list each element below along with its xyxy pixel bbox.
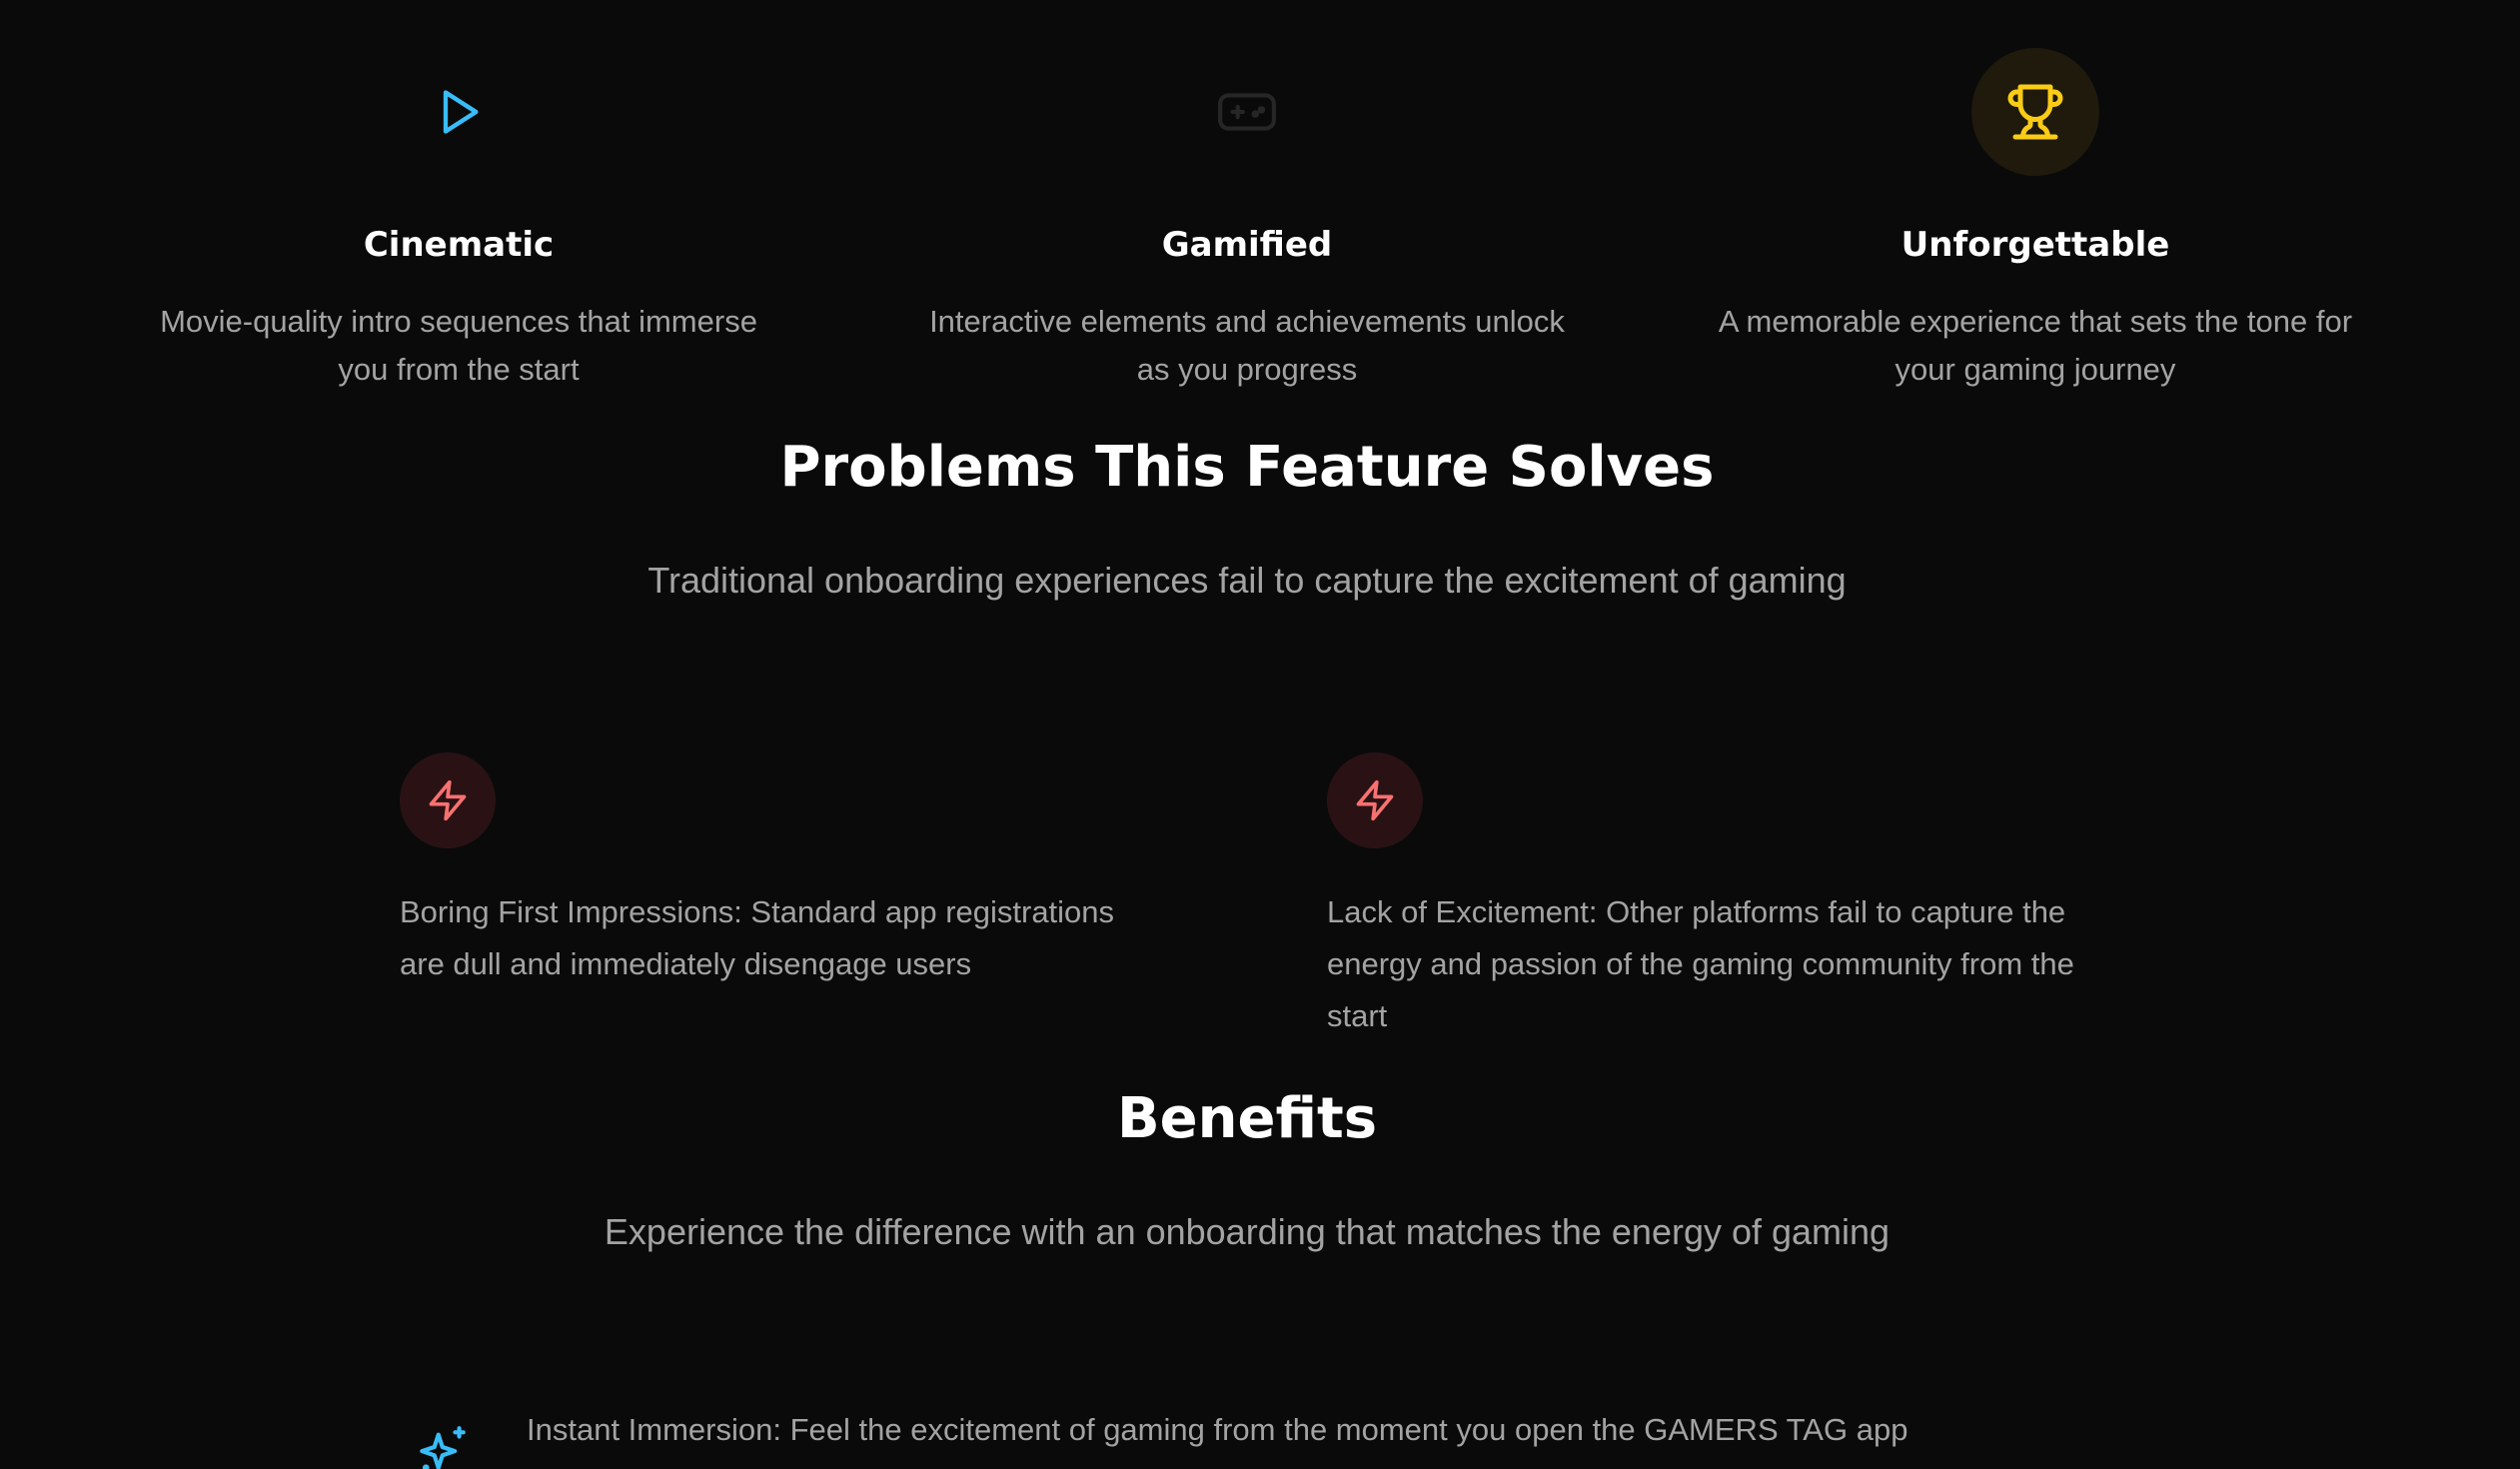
feature-description: Interactive elements and achievements un… bbox=[929, 304, 1565, 387]
problem-text: Boring First Impressions: Standard app r… bbox=[400, 894, 1115, 981]
benefit-text: Instant Immersion: Feel the excitement o… bbox=[527, 1412, 1908, 1447]
feature-title: Unforgettable bbox=[1900, 225, 2170, 265]
lightning-icon-container bbox=[400, 752, 496, 848]
feature-gamified: Gamified Interactive elements and achiev… bbox=[897, 48, 1597, 394]
trophy-icon-container bbox=[1971, 48, 2099, 176]
feature-title: Cinematic bbox=[363, 225, 555, 265]
benefits-subheading: Experience the difference with an onboar… bbox=[604, 1211, 1890, 1252]
play-icon bbox=[443, 90, 479, 134]
feature-cinematic: Cinematic Movie-quality intro sequences … bbox=[109, 48, 808, 394]
benefit-item: Instant Immersion: Feel the excitement o… bbox=[420, 1404, 2018, 1469]
problems-heading: Problems This Feature Solves bbox=[779, 435, 1715, 500]
problems-subheading: Traditional onboarding experiences fail … bbox=[647, 560, 1847, 601]
problem-text: Lack of Excitement: Other platforms fail… bbox=[1327, 894, 2074, 1033]
problem-item: Lack of Excitement: Other platforms fail… bbox=[1327, 752, 2086, 1042]
lightning-icon bbox=[429, 779, 467, 821]
play-icon-container bbox=[395, 48, 523, 176]
lightning-icon-container bbox=[1327, 752, 1423, 848]
gamepad-icon-container bbox=[1183, 48, 1311, 176]
lightning-icon bbox=[1356, 779, 1394, 821]
problem-item: Boring First Impressions: Standard app r… bbox=[400, 752, 1159, 990]
trophy-icon bbox=[2007, 84, 2063, 140]
sparkles-icon bbox=[420, 1426, 466, 1469]
benefits-heading: Benefits bbox=[1116, 1086, 1378, 1151]
feature-unforgettable: Unforgettable A memorable experience tha… bbox=[1686, 48, 2385, 394]
feature-description: Movie-quality intro sequences that immer… bbox=[160, 304, 757, 387]
feature-title: Gamified bbox=[1161, 225, 1333, 265]
gamepad-icon bbox=[1218, 93, 1276, 131]
feature-description: A memorable experience that sets the ton… bbox=[1718, 304, 2353, 387]
